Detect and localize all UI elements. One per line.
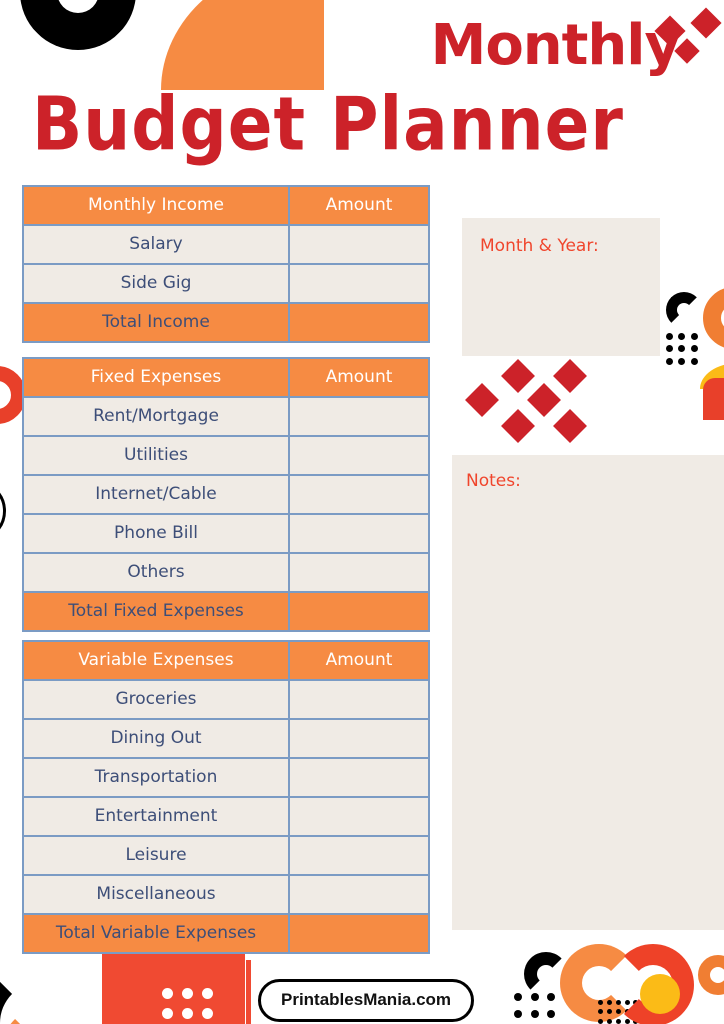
row-label: Dining Out: [24, 720, 290, 757]
amount-input-cell[interactable]: [290, 265, 428, 302]
bottom-left-red-rect-icon: [102, 952, 245, 1024]
amount-input-cell[interactable]: [290, 759, 428, 796]
column-header-category: Monthly Income: [24, 187, 290, 224]
table-header-row: Fixed Expenses Amount: [24, 359, 428, 396]
amount-input-cell[interactable]: [290, 681, 428, 718]
table-row: Others: [24, 552, 428, 591]
row-label: Leisure: [24, 837, 290, 874]
total-amount-input-cell[interactable]: [290, 304, 428, 341]
table-row: Dining Out: [24, 718, 428, 757]
row-label: Transportation: [24, 759, 290, 796]
bottom-left-red-bar-icon: [246, 960, 251, 1024]
amount-input-cell[interactable]: [290, 837, 428, 874]
bottom-right-yellow-dot-icon: [640, 974, 680, 1014]
row-label: Side Gig: [24, 265, 290, 302]
table-row: Phone Bill: [24, 513, 428, 552]
table-header-row: Variable Expenses Amount: [24, 642, 428, 679]
column-header-amount: Amount: [290, 642, 428, 679]
bottom-right-black-arc-icon: [524, 952, 568, 996]
amount-input-cell[interactable]: [290, 515, 428, 552]
bottom-right-red-ring-icon: [612, 944, 694, 1024]
table-row: Utilities: [24, 435, 428, 474]
fixed-expenses-table: Fixed Expenses Amount Rent/Mortgage Util…: [22, 357, 430, 632]
table-row: Leisure: [24, 835, 428, 874]
page-title: Budget Planner: [32, 81, 624, 168]
table-total-row: Total Income: [24, 302, 428, 341]
total-label: Total Fixed Expenses: [24, 593, 290, 630]
table-header-row: Monthly Income Amount: [24, 187, 428, 224]
table-row: Internet/Cable: [24, 474, 428, 513]
row-label: Groceries: [24, 681, 290, 718]
row-label: Entertainment: [24, 798, 290, 835]
diamond-cluster-icon: [458, 359, 587, 443]
variable-expenses-table: Variable Expenses Amount Groceries Dinin…: [22, 640, 430, 954]
row-label: Salary: [24, 226, 290, 263]
table-total-row: Total Variable Expenses: [24, 913, 428, 952]
budget-planner-page: Monthly Budget Planner Monthly Income Am…: [0, 0, 724, 1024]
table-row: Miscellaneous: [24, 874, 428, 913]
right-yellow-shape-icon: [700, 363, 724, 389]
row-label: Phone Bill: [24, 515, 290, 552]
bottom-right-orange-c-ring-icon: [560, 944, 638, 1022]
bottom-right-small-dot-grid-icon: [598, 1000, 648, 1024]
amount-input-cell[interactable]: [290, 437, 428, 474]
page-header: Monthly Budget Planner: [0, 0, 724, 180]
column-header-category: Variable Expenses: [24, 642, 290, 679]
row-label: Rent/Mortgage: [24, 398, 290, 435]
total-amount-input-cell[interactable]: [290, 915, 428, 952]
bottom-left-orange-arc-icon: [0, 1000, 126, 1024]
column-header-amount: Amount: [290, 187, 428, 224]
month-year-panel[interactable]: Month & Year:: [462, 218, 660, 356]
notes-panel[interactable]: Notes:: [452, 455, 724, 930]
amount-input-cell[interactable]: [290, 476, 428, 513]
monthly-income-table: Monthly Income Amount Salary Side Gig To…: [22, 185, 430, 343]
table-row: Side Gig: [24, 263, 428, 302]
bottom-left-black-arc-icon: [0, 948, 116, 1024]
table-row: Entertainment: [24, 796, 428, 835]
column-header-category: Fixed Expenses: [24, 359, 290, 396]
total-label: Total Variable Expenses: [24, 915, 290, 952]
table-row: Rent/Mortgage: [24, 396, 428, 435]
page-title-script: Monthly: [430, 13, 681, 78]
row-label: Others: [24, 554, 290, 591]
bottom-right-small-orange-ring-icon: [698, 955, 724, 995]
column-header-amount: Amount: [290, 359, 428, 396]
month-year-label: Month & Year:: [480, 236, 599, 256]
row-label: Internet/Cable: [24, 476, 290, 513]
table-row: Salary: [24, 224, 428, 263]
row-label: Utilities: [24, 437, 290, 474]
right-orange-ring-icon: [703, 287, 724, 349]
amount-input-cell[interactable]: [290, 876, 428, 913]
amount-input-cell[interactable]: [290, 798, 428, 835]
row-label: Miscellaneous: [24, 876, 290, 913]
total-label: Total Income: [24, 304, 290, 341]
table-total-row: Total Fixed Expenses: [24, 591, 428, 630]
right-red-rounded-rect-icon: [703, 378, 724, 420]
table-row: Transportation: [24, 757, 428, 796]
amount-input-cell[interactable]: [290, 398, 428, 435]
brand-badge[interactable]: PrintablesMania.com: [258, 979, 475, 1022]
amount-input-cell[interactable]: [290, 226, 428, 263]
amount-input-cell[interactable]: [290, 554, 428, 591]
right-black-dot-grid-icon: [666, 333, 698, 365]
amount-input-cell[interactable]: [290, 720, 428, 757]
right-black-arc-icon: [666, 292, 702, 328]
bottom-right-black-dot-grid-icon: [514, 993, 556, 1024]
notes-label: Notes:: [466, 471, 521, 491]
table-row: Groceries: [24, 679, 428, 718]
total-amount-input-cell[interactable]: [290, 593, 428, 630]
